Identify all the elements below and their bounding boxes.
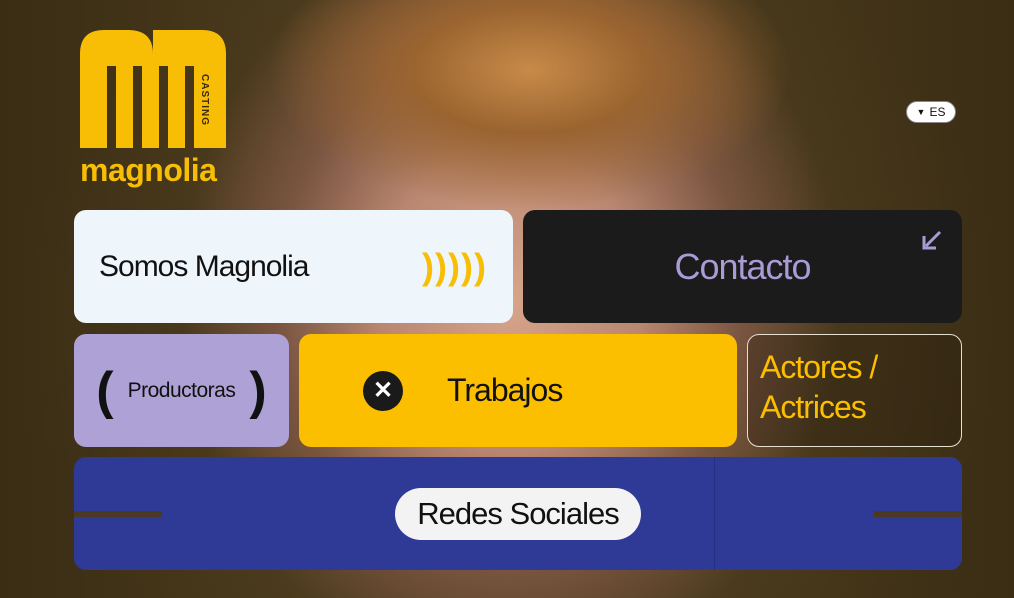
productoras-button[interactable]: ( Productoras ) — [74, 334, 289, 447]
trabajos-label: Trabajos — [447, 372, 563, 408]
somos-magnolia-label: Somos Magnolia — [99, 249, 309, 283]
chevron-down-icon: ▼ — [916, 107, 926, 117]
language-selector[interactable]: ▼ ES — [906, 101, 956, 123]
actores-actrices-button[interactable]: Actores / Actrices — [747, 334, 962, 447]
magnolia-logo[interactable]: CASTING magnolia — [80, 30, 226, 190]
redes-notch-left — [74, 511, 162, 517]
redes-notch-right — [874, 511, 962, 517]
casting-tag: CASTING — [199, 74, 210, 126]
actores-actrices-label: Actores / Actrices — [760, 347, 878, 427]
actrices-line: Actrices — [760, 389, 867, 425]
waves-decoration: ))))) — [422, 245, 487, 287]
arrow-down-left-icon — [922, 230, 942, 250]
redes-sociales-button[interactable]: Redes Sociales — [74, 457, 962, 570]
language-selected: ES — [929, 105, 946, 119]
trabajos-button[interactable]: ✕ Trabajos — [299, 334, 737, 447]
redes-divider — [714, 457, 715, 570]
productoras-label: Productoras — [127, 378, 236, 402]
paren-open: ( — [96, 361, 114, 420]
brand-name: magnolia — [80, 152, 217, 188]
contacto-label: Contacto — [674, 245, 811, 287]
paren-close: ) — [249, 361, 267, 420]
somos-magnolia-button[interactable]: Somos Magnolia ))))) — [74, 210, 513, 323]
contacto-button[interactable]: Contacto — [523, 210, 962, 323]
actores-line: Actores / — [760, 349, 878, 385]
close-icon: ✕ — [363, 370, 403, 411]
redes-sociales-label: Redes Sociales — [395, 487, 641, 540]
